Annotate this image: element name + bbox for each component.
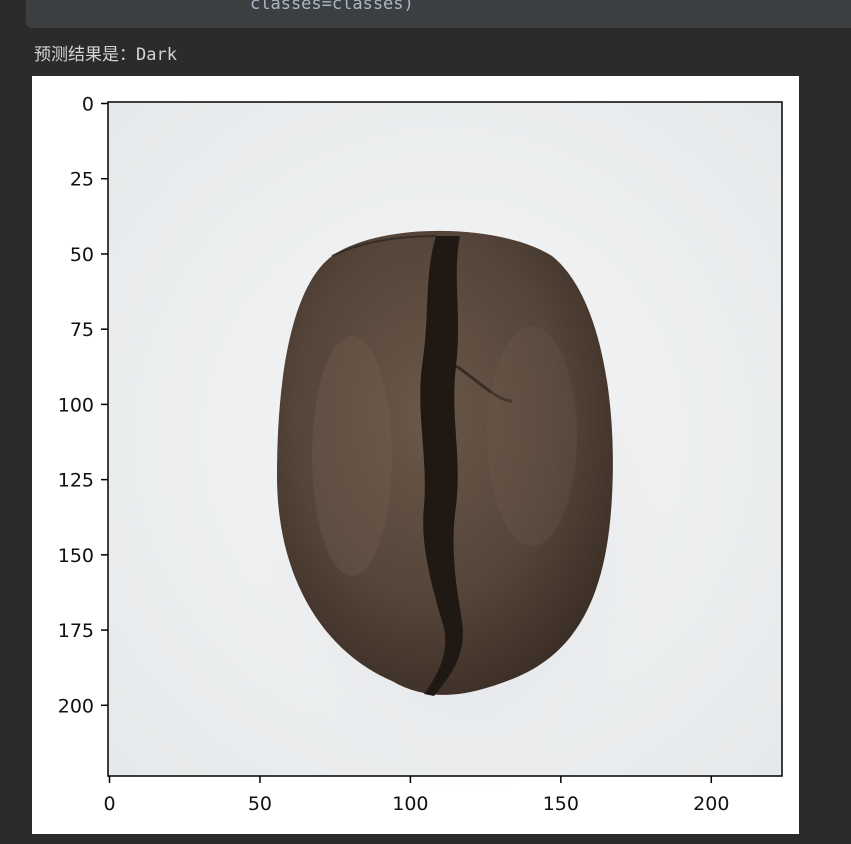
y-tick-label: 50	[70, 244, 94, 266]
x-tick-label: 0	[103, 793, 115, 815]
y-tick-label: 100	[58, 394, 94, 416]
y-tick-label: 0	[82, 94, 94, 116]
code-line: classes=classes)	[250, 0, 414, 14]
y-axis: 0 25 50 75 100 125 150 175 200	[58, 94, 108, 717]
coffee-bean-image	[277, 230, 613, 696]
code-cell[interactable]: classes=classes)	[26, 0, 851, 28]
y-tick-label: 175	[58, 620, 94, 642]
prediction-prefix: 预测结果是：	[34, 45, 136, 65]
x-tick-label: 200	[693, 793, 729, 815]
figure-canvas: 0 50 100 150 200 0 25 50 75 100 125 150 175 200	[58, 94, 783, 815]
matplotlib-figure: 0 50 100 150 200 0 25 50 75 100 125 150 175 200	[32, 76, 799, 834]
y-tick-label: 150	[58, 545, 94, 567]
y-tick-label: 200	[58, 695, 94, 717]
y-tick-label: 125	[58, 470, 94, 492]
y-tick-label: 25	[70, 169, 94, 191]
x-tick-label: 100	[392, 793, 428, 815]
prediction-output: 预测结果是：Dark	[34, 40, 177, 65]
y-tick-label: 75	[70, 319, 94, 341]
x-tick-label: 150	[543, 793, 579, 815]
x-tick-label: 50	[248, 793, 272, 815]
prediction-value: Dark	[136, 45, 177, 65]
image-area	[108, 102, 782, 796]
